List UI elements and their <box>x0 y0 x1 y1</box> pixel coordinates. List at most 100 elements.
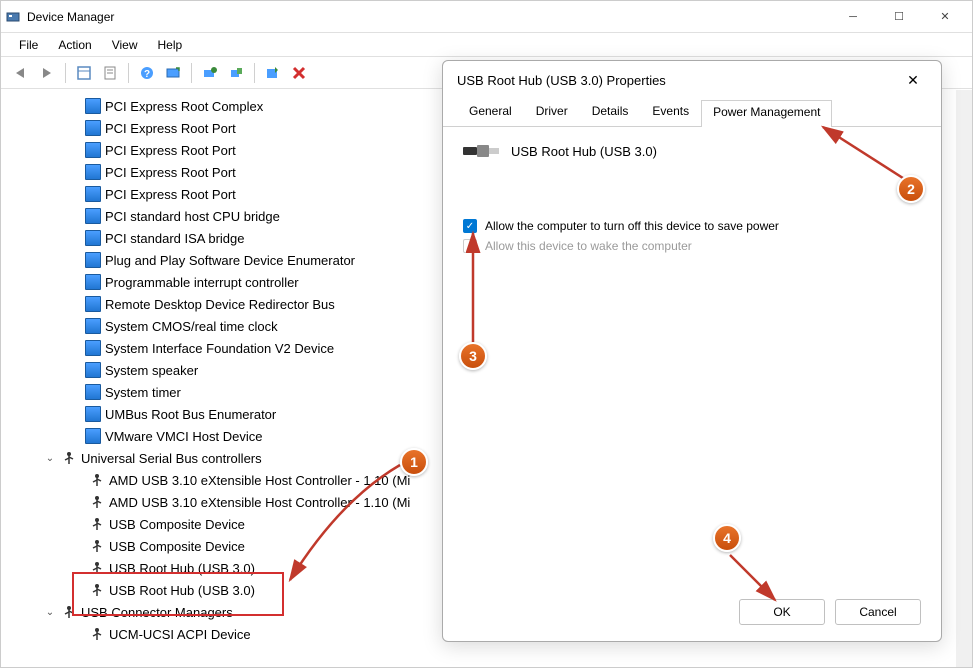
tab-driver[interactable]: Driver <box>524 99 580 126</box>
tree-item-label: USB Root Hub (USB 3.0) <box>109 561 255 576</box>
usb-icon <box>61 450 77 466</box>
usb-icon <box>89 560 105 576</box>
tab-events[interactable]: Events <box>640 99 701 126</box>
back-button[interactable] <box>9 61 33 85</box>
add-legacy-button[interactable] <box>261 61 285 85</box>
dialog-buttons: OK Cancel <box>739 599 921 625</box>
tree-item-label: PCI standard ISA bridge <box>105 231 244 246</box>
properties-button[interactable] <box>98 61 122 85</box>
badge-1: 1 <box>400 448 428 476</box>
tree-item-label: UCM-UCSI ACPI Device <box>109 627 251 642</box>
monitor-icon <box>85 164 101 180</box>
usb-icon <box>89 626 105 642</box>
tree-item-label: System speaker <box>105 363 198 378</box>
monitor-icon <box>85 252 101 268</box>
tree-item-label: PCI standard host CPU bridge <box>105 209 280 224</box>
tree-item-label: System Interface Foundation V2 Device <box>105 341 334 356</box>
monitor-icon <box>85 362 101 378</box>
scan-button[interactable] <box>161 61 185 85</box>
checkbox-row-wake: Allow this device to wake the computer <box>463 239 921 253</box>
app-icon <box>5 9 21 25</box>
show-hide-button[interactable] <box>72 61 96 85</box>
monitor-icon <box>85 186 101 202</box>
forward-button[interactable] <box>35 61 59 85</box>
chevron-down-icon: ⌄ <box>43 453 57 464</box>
tab-power-management[interactable]: Power Management <box>701 100 832 127</box>
maximize-button[interactable]: ☐ <box>876 2 922 32</box>
device-header: USB Root Hub (USB 3.0) <box>463 141 921 161</box>
tree-item-label: PCI Express Root Port <box>105 121 236 136</box>
cancel-button[interactable]: Cancel <box>835 599 921 625</box>
dialog-body: USB Root Hub (USB 3.0) ✓ Allow the compu… <box>443 127 941 273</box>
titlebar: Device Manager ─ ☐ ✕ <box>1 1 972 33</box>
menu-view[interactable]: View <box>102 36 148 54</box>
tree-item-label: System CMOS/real time clock <box>105 319 278 334</box>
menu-file[interactable]: File <box>9 36 48 54</box>
minimize-button[interactable]: ─ <box>830 2 876 32</box>
monitor-icon <box>85 296 101 312</box>
tree-category-label: Universal Serial Bus controllers <box>81 451 262 466</box>
enable-button[interactable] <box>224 61 248 85</box>
close-button[interactable]: ✕ <box>922 2 968 32</box>
tree-item-label: PCI Express Root Complex <box>105 99 263 114</box>
wake-label: Allow this device to wake the computer <box>485 239 692 253</box>
tree-item-label: PCI Express Root Port <box>105 143 236 158</box>
tree-item-label: System timer <box>105 385 181 400</box>
dialog-title-text: USB Root Hub (USB 3.0) Properties <box>457 73 899 88</box>
tree-item-label: Remote Desktop Device Redirector Bus <box>105 297 335 312</box>
tree-item-label: UMBus Root Bus Enumerator <box>105 407 276 422</box>
tab-general[interactable]: General <box>457 99 524 126</box>
monitor-icon <box>85 120 101 136</box>
device-name: USB Root Hub (USB 3.0) <box>511 144 657 159</box>
usb-icon <box>61 604 77 620</box>
tree-item-label: Plug and Play Software Device Enumerator <box>105 253 355 268</box>
badge-2: 2 <box>897 175 925 203</box>
monitor-icon <box>85 142 101 158</box>
monitor-icon <box>85 230 101 246</box>
badge-3: 3 <box>459 342 487 370</box>
chevron-down-icon: ⌄ <box>43 607 57 618</box>
properties-dialog: USB Root Hub (USB 3.0) Properties ✕ Gene… <box>442 60 942 642</box>
usb-icon <box>89 494 105 510</box>
tree-item-label: USB Composite Device <box>109 517 245 532</box>
usb-icon <box>89 582 105 598</box>
badge-4: 4 <box>713 524 741 552</box>
vertical-scrollbar[interactable] <box>956 90 972 667</box>
usb-plug-icon <box>463 141 499 161</box>
tree-item-label: Programmable interrupt controller <box>105 275 299 290</box>
monitor-icon <box>85 98 101 114</box>
usb-icon <box>89 472 105 488</box>
wake-checkbox <box>463 239 477 253</box>
tree-category-label: USB Connector Managers <box>81 605 233 620</box>
usb-icon <box>89 538 105 554</box>
tree-item-label: PCI Express Root Port <box>105 165 236 180</box>
tree-item-label: PCI Express Root Port <box>105 187 236 202</box>
tree-item-label: AMD USB 3.10 eXtensible Host Controller … <box>109 495 410 510</box>
menubar: File Action View Help <box>1 33 972 57</box>
update-driver-button[interactable] <box>198 61 222 85</box>
tree-item-label: USB Composite Device <box>109 539 245 554</box>
usb-icon <box>89 516 105 532</box>
ok-button[interactable]: OK <box>739 599 825 625</box>
monitor-icon <box>85 384 101 400</box>
dialog-close-button[interactable]: ✕ <box>899 66 927 94</box>
help-button[interactable]: ? <box>135 61 159 85</box>
tree-item-label: VMware VMCI Host Device <box>105 429 262 444</box>
tab-details[interactable]: Details <box>580 99 641 126</box>
checkbox-row-turnoff: ✓ Allow the computer to turn off this de… <box>463 219 921 233</box>
monitor-icon <box>85 428 101 444</box>
turnoff-checkbox[interactable]: ✓ <box>463 219 477 233</box>
monitor-icon <box>85 340 101 356</box>
menu-action[interactable]: Action <box>48 36 101 54</box>
monitor-icon <box>85 318 101 334</box>
svg-text:?: ? <box>144 69 150 80</box>
dialog-tabs: General Driver Details Events Power Mana… <box>443 99 941 127</box>
turnoff-label: Allow the computer to turn off this devi… <box>485 219 779 233</box>
monitor-icon <box>85 208 101 224</box>
uninstall-button[interactable] <box>287 61 311 85</box>
window-title: Device Manager <box>27 10 830 24</box>
menu-help[interactable]: Help <box>148 36 193 54</box>
monitor-icon <box>85 406 101 422</box>
dialog-titlebar: USB Root Hub (USB 3.0) Properties ✕ <box>443 61 941 99</box>
monitor-icon <box>85 274 101 290</box>
